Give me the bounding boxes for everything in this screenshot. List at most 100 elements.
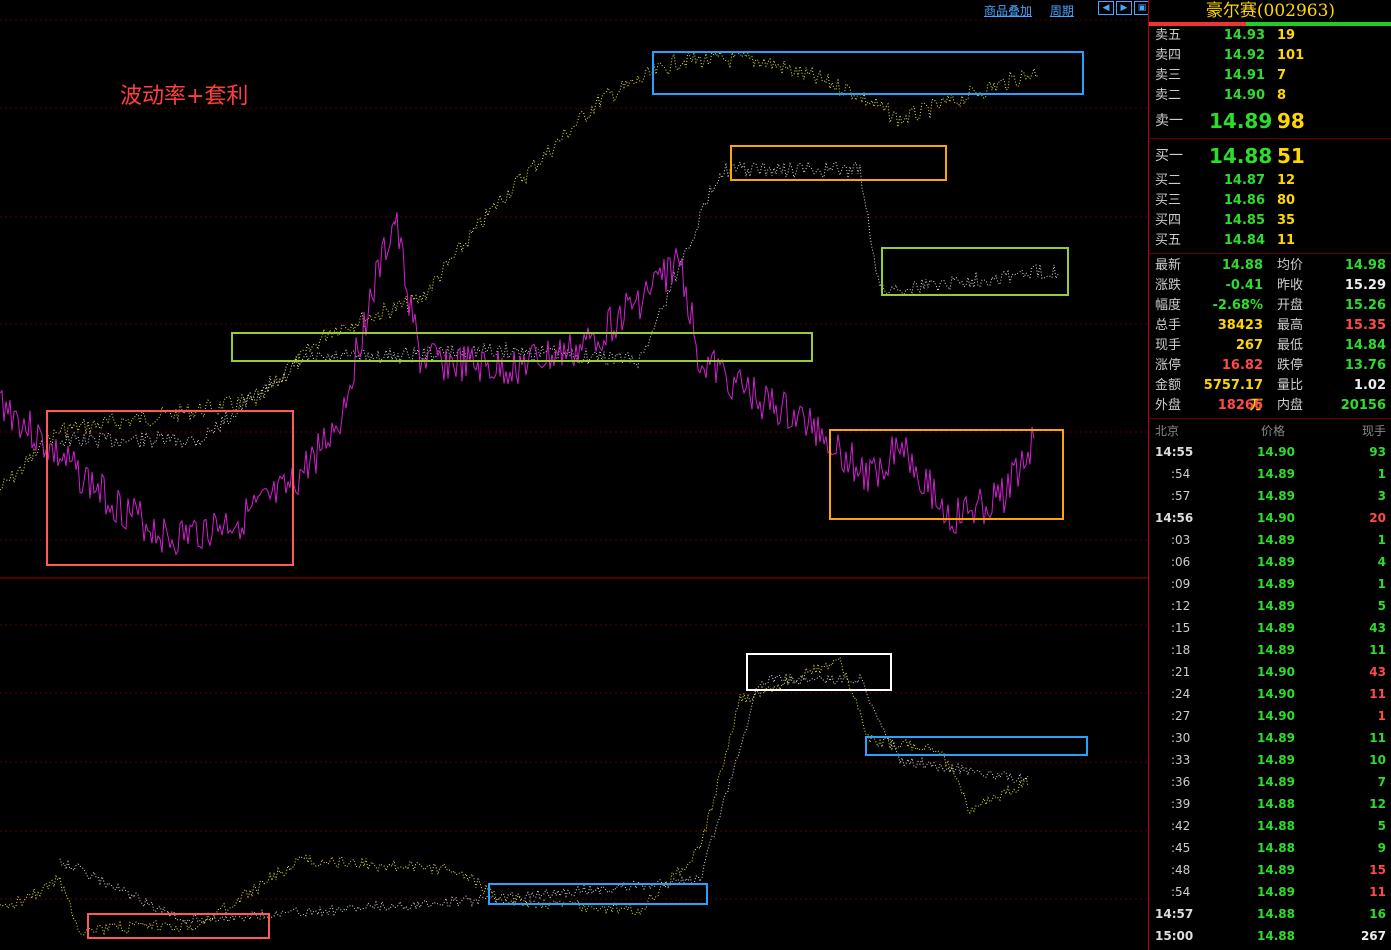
- tick-time: :15: [1171, 621, 1191, 635]
- tick-row[interactable]: :03 14.89 1: [1149, 529, 1391, 551]
- nav-buttons: ◀ ▶ ▣: [1098, 1, 1150, 15]
- tick-row[interactable]: :24 14.90 11: [1149, 683, 1391, 705]
- tick-price: 14.89: [1257, 731, 1295, 745]
- prev-icon[interactable]: ◀: [1098, 1, 1114, 15]
- stat-label: 现手: [1155, 338, 1182, 353]
- next-icon[interactable]: ▶: [1116, 1, 1132, 15]
- tick-row[interactable]: :45 14.88 9: [1149, 837, 1391, 859]
- stat-row: 现手 267 最低 14.84: [1149, 336, 1391, 356]
- tick-row[interactable]: 15:00 14.88 267: [1149, 925, 1391, 947]
- tick-price: 14.88: [1257, 819, 1295, 833]
- order-price: 14.89: [1209, 109, 1273, 133]
- tick-row[interactable]: :18 14.89 11: [1149, 639, 1391, 661]
- ticks-header-time: 北京: [1155, 424, 1180, 438]
- tick-price: 14.89: [1257, 577, 1295, 591]
- tick-row[interactable]: 14:57 14.88 16: [1149, 903, 1391, 925]
- stat-label: 外盘: [1155, 398, 1182, 413]
- stat-label: 内盘: [1277, 398, 1304, 413]
- tick-time: :03: [1171, 533, 1191, 547]
- buy-order-row[interactable]: 买三 14.86 80: [1149, 191, 1391, 211]
- sell-order-row[interactable]: 卖三 14.91 7: [1149, 66, 1391, 86]
- tick-time: :45: [1171, 841, 1191, 855]
- tick-volume: 43: [1369, 621, 1386, 635]
- stat-value: -2.68%: [1212, 298, 1264, 313]
- order-label: 卖二: [1155, 88, 1182, 103]
- sell-order-row[interactable]: 卖四 14.92 101: [1149, 46, 1391, 66]
- order-label: 买四: [1155, 213, 1182, 228]
- order-label: 买五: [1155, 233, 1182, 248]
- sell-order-row[interactable]: 卖一 14.89 98: [1149, 106, 1391, 136]
- order-label: 卖一: [1155, 113, 1183, 129]
- tick-volume: 16: [1369, 907, 1386, 921]
- buy-order-row[interactable]: 买一 14.88 51: [1149, 141, 1391, 171]
- order-label: 买一: [1155, 148, 1183, 164]
- tick-list[interactable]: 14:55 14.90 93:54 14.89 1:57 14.89 3 14:56 14.90…: [1149, 441, 1391, 947]
- buy-order-row[interactable]: 买五 14.84 11: [1149, 231, 1391, 251]
- tick-row[interactable]: :54 14.89 1: [1149, 463, 1391, 485]
- period-link[interactable]: 周期: [1050, 4, 1074, 18]
- stat-label: 最新: [1155, 258, 1182, 273]
- annotation-box: [87, 913, 270, 939]
- chart-area[interactable]: 商品叠加 周期 ◀ ▶ ▣ 波动率+套利: [0, 0, 1150, 950]
- stat-value: 20156: [1340, 398, 1386, 413]
- sell-order-row[interactable]: 卖五 14.93 19: [1149, 26, 1391, 46]
- stat-row: 外盘 18266 内盘 20156: [1149, 396, 1391, 416]
- buy-order-row[interactable]: 买四 14.85 35: [1149, 211, 1391, 231]
- order-qty: 8: [1277, 88, 1287, 103]
- tick-row[interactable]: :42 14.88 5: [1149, 815, 1391, 837]
- tick-row[interactable]: :12 14.89 5: [1149, 595, 1391, 617]
- tick-time: :18: [1171, 643, 1191, 657]
- tick-row[interactable]: :57 14.89 3: [1149, 485, 1391, 507]
- order-qty: 12: [1277, 173, 1296, 188]
- tick-volume: 5: [1377, 599, 1386, 613]
- stat-value: 14.88: [1221, 258, 1263, 273]
- tick-price: 14.90: [1257, 511, 1295, 525]
- order-qty: 7: [1277, 68, 1287, 83]
- tick-volume: 5: [1377, 819, 1386, 833]
- tick-row[interactable]: :27 14.90 1: [1149, 705, 1391, 727]
- tick-price: 14.89: [1257, 643, 1295, 657]
- stat-value: 38423: [1217, 318, 1263, 333]
- tick-volume: 11: [1369, 687, 1386, 701]
- tick-row[interactable]: :36 14.89 7: [1149, 771, 1391, 793]
- tick-time: :36: [1171, 775, 1191, 789]
- tick-volume: 1: [1377, 577, 1386, 591]
- tick-row[interactable]: :54 14.89 11: [1149, 881, 1391, 903]
- tick-row[interactable]: 14:56 14.90 20: [1149, 507, 1391, 529]
- order-label: 卖三: [1155, 68, 1182, 83]
- annotation-box: [865, 736, 1088, 756]
- tick-price: 14.88: [1257, 907, 1295, 921]
- tick-row[interactable]: :06 14.89 4: [1149, 551, 1391, 573]
- tick-row[interactable]: :30 14.89 11: [1149, 727, 1391, 749]
- tick-row[interactable]: :21 14.90 43: [1149, 661, 1391, 683]
- order-label: 买二: [1155, 173, 1182, 188]
- chart-canvas[interactable]: [0, 0, 1148, 950]
- order-price: 14.86: [1223, 193, 1265, 208]
- order-qty: 35: [1277, 213, 1296, 228]
- tick-row[interactable]: 14:55 14.90 93: [1149, 441, 1391, 463]
- annotation-box: [46, 410, 294, 566]
- sell-order-row[interactable]: 卖二 14.90 8: [1149, 86, 1391, 106]
- annotation-box: [231, 332, 813, 362]
- tick-volume: 12: [1369, 797, 1386, 811]
- tick-time: :27: [1171, 709, 1191, 723]
- buy-order-row[interactable]: 买二 14.87 12: [1149, 171, 1391, 191]
- stat-value: 15.29: [1344, 278, 1386, 293]
- tick-row[interactable]: :39 14.88 12: [1149, 793, 1391, 815]
- tick-row[interactable]: :48 14.89 15: [1149, 859, 1391, 881]
- magenta-series: [0, 212, 1035, 556]
- tick-price: 14.89: [1257, 533, 1295, 547]
- order-price: 14.90: [1223, 88, 1265, 103]
- stat-value: 13.76: [1344, 358, 1386, 373]
- stat-row: 最新 14.88 均价 14.98: [1149, 256, 1391, 276]
- tick-row[interactable]: :33 14.89 10: [1149, 749, 1391, 771]
- overlay-link[interactable]: 商品叠加: [984, 4, 1032, 18]
- tick-price: 14.89: [1257, 753, 1295, 767]
- annotation-box: [746, 653, 892, 691]
- stat-value: 16.82: [1221, 358, 1263, 373]
- annotation-box: [730, 145, 947, 181]
- annotation-box: [881, 247, 1069, 296]
- tick-row[interactable]: :15 14.89 43: [1149, 617, 1391, 639]
- tick-row[interactable]: :09 14.89 1: [1149, 573, 1391, 595]
- tick-volume: 267: [1360, 929, 1386, 943]
